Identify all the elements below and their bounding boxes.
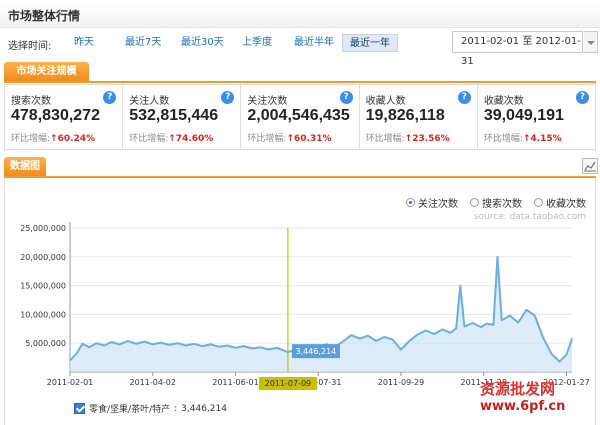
stat-change: 环比增幅:↑74.60%	[129, 131, 213, 144]
stat-change: 环比增幅:↑4.15%	[484, 131, 562, 144]
stat-label: 关注人数	[129, 96, 170, 107]
stat-card-favorites: 收藏次数 ? 39,049,191 环比增幅:↑4.15%	[478, 85, 595, 149]
radio-label: 关注次数	[418, 199, 458, 210]
date-start: 2011-02-01	[461, 36, 520, 47]
change-label: 环比增幅:	[247, 134, 287, 144]
date-range-picker[interactable]: 2011-02-01 至 2012-01-31	[452, 31, 583, 67]
range-one-year-button[interactable]: 最近一年	[342, 34, 398, 52]
checkbox-icon[interactable]	[74, 403, 85, 414]
watermark-line2: www.6pf.cn	[480, 399, 566, 414]
watermark-line1: 资源批发网	[480, 380, 556, 398]
stat-value: 532,815,446	[129, 107, 219, 124]
change-value: 60.24%	[57, 134, 96, 144]
stat-change: 环比增幅:↑23.56%	[366, 131, 450, 144]
stat-card-followers: 关注人数 ? 532,815,446 环比增幅:↑74.60%	[123, 85, 242, 149]
date-separator: 至	[522, 36, 533, 47]
help-icon[interactable]: ?	[457, 91, 471, 104]
stat-change: 环比增幅:↑60.31%	[247, 131, 331, 144]
stat-label: 收藏次数	[483, 96, 524, 107]
up-arrow-icon: ↑	[286, 134, 294, 144]
legend-value: 3,446,214	[181, 403, 227, 414]
chart-legend: 零食/坚果/茶叶/特产 : 3,446,214	[74, 402, 227, 415]
page-title: 市场整体行情	[8, 9, 81, 23]
range-last-quarter-button[interactable]: 上季度	[235, 34, 279, 52]
change-label: 环比增幅:	[365, 134, 405, 144]
radio-dot-icon	[470, 198, 479, 207]
help-icon[interactable]: ?	[339, 91, 353, 104]
radio-follows[interactable]: 关注次数	[406, 195, 458, 210]
change-value: 23.56%	[412, 134, 450, 144]
change-label: 环比增幅:	[483, 134, 523, 144]
up-arrow-icon: ↑	[168, 134, 176, 144]
up-arrow-icon: ↑	[50, 134, 58, 144]
panel-header: 市场整体行情	[0, 0, 600, 28]
stats-panel: 搜索次数 ? 478,830,272 环比增幅:↑60.24% 关注人数 ? 5…	[4, 84, 596, 150]
change-value: 60.31%	[294, 134, 332, 144]
change-value: 4.15%	[530, 134, 562, 144]
change-label: 环比增幅:	[129, 134, 169, 144]
radio-dot-icon	[406, 198, 415, 207]
stat-label: 收藏人数	[365, 96, 406, 107]
data-source-label: source: data.taobao.com	[473, 212, 586, 222]
stat-label: 搜索次数	[11, 96, 51, 107]
legend-series-name: 零食/坚果/茶叶/特产	[89, 405, 171, 415]
stat-value: 39,049,191	[483, 107, 564, 124]
radio-favorites[interactable]: 收藏次数	[534, 195, 586, 210]
help-icon[interactable]: ?	[576, 91, 590, 104]
stat-change: 环比增幅:↑60.24%	[11, 131, 95, 144]
range-7days-button[interactable]: 最近7天	[118, 34, 168, 52]
radio-label: 搜索次数	[482, 199, 522, 210]
time-filter-label: 选择时间:	[8, 41, 52, 52]
tab-chart[interactable]: 数据图	[4, 157, 46, 176]
tab-underline	[4, 81, 596, 83]
change-value: 74.60%	[175, 134, 214, 144]
change-label: 环比增幅:	[11, 134, 51, 144]
stat-value: 2,004,546,435	[247, 107, 350, 124]
stat-card-follows: 关注次数 ? 2,004,546,435 环比增幅:↑60.31%	[241, 85, 360, 149]
chart-toggle-icon[interactable]	[582, 158, 598, 174]
range-30days-button[interactable]: 最近30天	[174, 34, 231, 52]
stat-card-favoriters: 收藏人数 ? 19,826,118 环比增幅:↑23.56%	[360, 85, 478, 149]
radio-label: 收藏次数	[546, 199, 586, 210]
radio-searches[interactable]: 搜索次数	[470, 195, 522, 210]
watermark: 资源批发网 www.6pf.cn	[480, 380, 565, 416]
stat-value: 478,830,272	[11, 107, 100, 124]
help-icon[interactable]: ?	[221, 91, 235, 104]
help-icon[interactable]: ?	[103, 91, 117, 104]
stat-value: 19,826,118	[365, 107, 445, 124]
range-yesterday-button[interactable]: 昨天	[67, 34, 101, 52]
stat-label: 关注次数	[247, 96, 288, 107]
range-half-year-button[interactable]: 最近半年	[287, 34, 341, 52]
metric-selector: 关注次数 搜索次数 收藏次数	[406, 195, 586, 210]
radio-dot-icon	[534, 198, 543, 207]
chevron-down-icon[interactable]	[584, 31, 598, 53]
tab-market-scale[interactable]: 市场关注规模	[4, 62, 89, 81]
legend-separator: :	[174, 403, 178, 414]
stat-card-searches: 搜索次数 ? 478,830,272 环比增幅:↑60.24%	[5, 85, 124, 149]
